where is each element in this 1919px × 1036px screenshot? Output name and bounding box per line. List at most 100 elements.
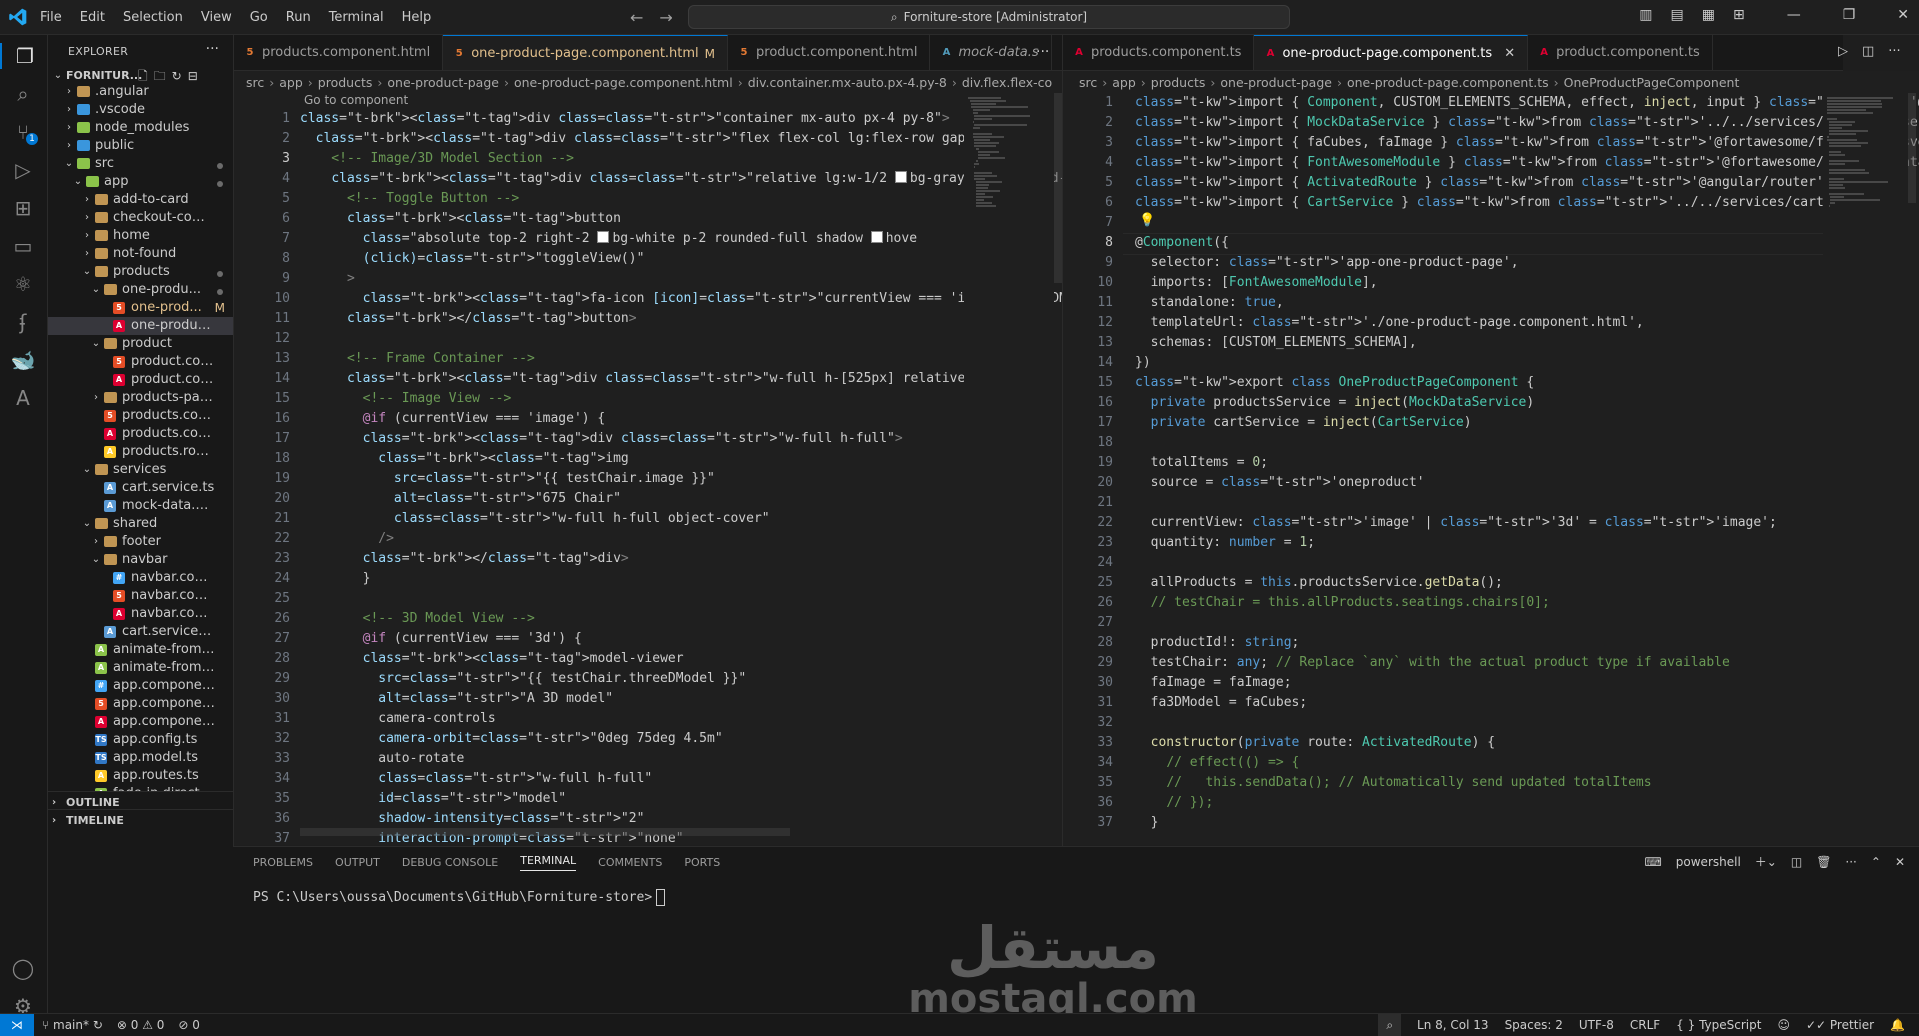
breadcrumb-item[interactable]: OneProductPageComponent [1564,75,1740,90]
tree-file[interactable]: Aone-product-p... [48,317,233,335]
breadcrumb-item[interactable]: products [318,75,373,90]
docker-icon[interactable]: 🐋 [10,347,36,373]
kill-terminal-icon[interactable]: 🗑 [1816,855,1831,869]
code-line[interactable]: src=class="t-str">"{{ testChair.threeDMo… [300,669,1062,689]
vertical-scrollbar[interactable] [1054,93,1062,283]
indentation[interactable]: Spaces: 2 [1505,1018,1563,1032]
menu-go[interactable]: Go [250,8,268,27]
breadcrumb-item[interactable]: app [1112,75,1136,90]
menu-terminal[interactable]: Terminal [329,8,384,27]
tree-file[interactable]: # navbar.compo... [48,569,233,587]
command-center[interactable]: ⌕ Forniture-store [Administrator] [688,5,1290,29]
code-line[interactable]: class="t-kw">export class OneProductPage… [1135,373,1919,393]
code-line[interactable] [1135,433,1919,453]
right-code-editor[interactable]: 1 2 3 4 5 6 7 8 9 10 11 12 13 14 15 16 17 18 19 20 21 22 23 24 2… [1063,93,1919,845]
code-line[interactable]: class="t-brk"></class="t-tag">button> [300,309,1062,329]
zoom-icon[interactable]: ⌕ [1378,1014,1402,1036]
tree-file[interactable]: 5 navbar.compo... [48,587,233,605]
code-line[interactable]: camera-controls [300,709,1062,729]
prettier-status[interactable]: ✓✓ Prettier [1806,1018,1874,1032]
tree-folder[interactable]: › home [48,227,233,245]
code-line[interactable]: auto-rotate [300,749,1062,769]
vscode-logo-icon[interactable] [8,7,28,27]
timeline-section[interactable]: › TIMELINE [48,809,233,832]
remote-explorer-icon[interactable]: ▭ [10,233,36,259]
search-icon[interactable]: ⌕ [10,81,36,107]
code-line[interactable]: /> [300,529,1062,549]
code-line[interactable] [1135,553,1919,573]
code-line[interactable]: currentView: class="t-str">'image' | cla… [1135,513,1919,533]
code-line[interactable]: class="t-kw">import { ActivatedRoute } c… [1135,173,1919,193]
ports-indicator[interactable]: ⊘ 0 [178,1018,200,1032]
tree-folder[interactable]: ⌄ navbar [48,551,233,569]
language-mode[interactable]: { } TypeScript [1676,1018,1761,1032]
toggle-panel-icon[interactable]: ▤ [1671,7,1684,23]
code-line[interactable]: shadow-intensity=class="t-str">"2" [300,809,1062,829]
terminal-output[interactable]: PS C:\Users\oussa\Documents\GitHub\Forni… [253,889,666,906]
tree-folder[interactable]: ⌄ one-produ... [48,281,233,299]
editor-tab[interactable]: Aproduct.component.ts [1528,35,1713,70]
tree-folder[interactable]: ⌄ app [48,173,233,191]
tree-file[interactable]: Aanimate-from-vie... [48,641,233,659]
source-control-icon[interactable]: ⑂ 1 [10,119,38,145]
code-line[interactable]: } [1135,813,1919,833]
code-line[interactable]: } [300,569,1062,589]
code-line[interactable] [1135,213,1919,233]
tree-folder[interactable]: ⌄ src [48,155,233,173]
code-line[interactable]: <!-- Frame Container --> [300,349,1062,369]
code-line[interactable]: @if (currentView === 'image') { [300,409,1062,429]
code-line[interactable]: testChair: any; // Replace `any` with th… [1135,653,1919,673]
ts-code[interactable]: class="t-kw">import { Component, CUSTOM_… [1135,93,1919,833]
editor-tab[interactable]: 5 product.component.html [728,35,931,70]
lightbulb-icon[interactable]: 💡 [1139,213,1155,228]
code-line[interactable]: class="t-kw">import { MockDataService } … [1135,113,1919,133]
copilot-icon[interactable]: ☺ [1777,1018,1790,1032]
tree-file[interactable]: 5 products.compo... [48,407,233,425]
tree-folder[interactable]: › add-to-card [48,191,233,209]
menu-help[interactable]: Help [402,8,432,27]
code-line[interactable]: // }); [1135,793,1919,813]
tree-file[interactable]: 5 one-prod... M [48,299,233,317]
back-arrow-icon[interactable]: ← [630,8,643,27]
editor-more-icon[interactable]: ··· [1036,44,1049,60]
code-line[interactable]: class=class="t-str">"w-full h-full objec… [300,509,1062,529]
tree-file[interactable]: Aapp.component.ts [48,713,233,731]
extensions-icon[interactable]: ⊞ [10,195,36,221]
tree-folder[interactable]: › footer [48,533,233,551]
tree-file[interactable]: Acart.service.spec.ts [48,623,233,641]
customize-layout-icon[interactable]: ⊞ [1733,7,1745,23]
code-line[interactable]: > [300,269,1062,289]
tree-file[interactable]: Aproduct.comp... [48,371,233,389]
menu-file[interactable]: File [40,8,62,27]
code-line[interactable]: class="t-brk"><class="t-tag">button [300,209,1062,229]
code-line[interactable]: allProducts = this.productsService.getDa… [1135,573,1919,593]
code-line[interactable]: class="t-kw">import { CartService } clas… [1135,193,1919,213]
toggle-sidebar-icon[interactable]: ▥ [1639,7,1652,23]
tree-file[interactable]: Acart.service.ts [48,479,233,497]
code-line[interactable]: <!-- 3D Model View --> [300,609,1062,629]
tree-folder[interactable]: › .vscode [48,101,233,119]
shell-name[interactable]: powershell [1676,855,1741,869]
tree-folder[interactable]: ⌄ services [48,461,233,479]
html-code[interactable]: class="t-brk"><class="t-tag">div class=c… [300,109,1062,845]
tree-file[interactable]: Anavbar.compo... [48,605,233,623]
editor-tab[interactable]: Aproducts.component.ts [1063,35,1255,70]
minimap[interactable] [964,93,1054,845]
breadcrumb-item[interactable]: one-product-page.component.ts [1347,75,1549,90]
code-line[interactable]: camera-orbit=class="t-str">"0deg 75deg 4… [300,729,1062,749]
code-line[interactable]: class="t-brk"></class="t-tag">div> [300,549,1062,569]
code-line[interactable]: private cartService = inject(CartService… [1135,413,1919,433]
tree-file[interactable]: 5 app.component.h... [48,695,233,713]
account-icon[interactable]: ◯ [10,955,36,981]
go-to-component-hint[interactable]: Go to component [304,93,408,109]
close-panel-icon[interactable]: ✕ [1895,855,1905,869]
code-line[interactable] [1135,713,1919,733]
code-line[interactable] [300,589,1062,609]
restore-icon[interactable]: ❐ [1843,7,1856,23]
code-line[interactable]: // effect(() => { [1135,753,1919,773]
remote-indicator-icon[interactable]: ⋊ [0,1014,34,1036]
code-line[interactable]: quantity: number = 1; [1135,533,1919,553]
panel-tab-terminal[interactable]: TERMINAL [520,854,577,871]
tree-folder[interactable]: › .angular [48,83,233,101]
tree-folder[interactable]: › products-page [48,389,233,407]
